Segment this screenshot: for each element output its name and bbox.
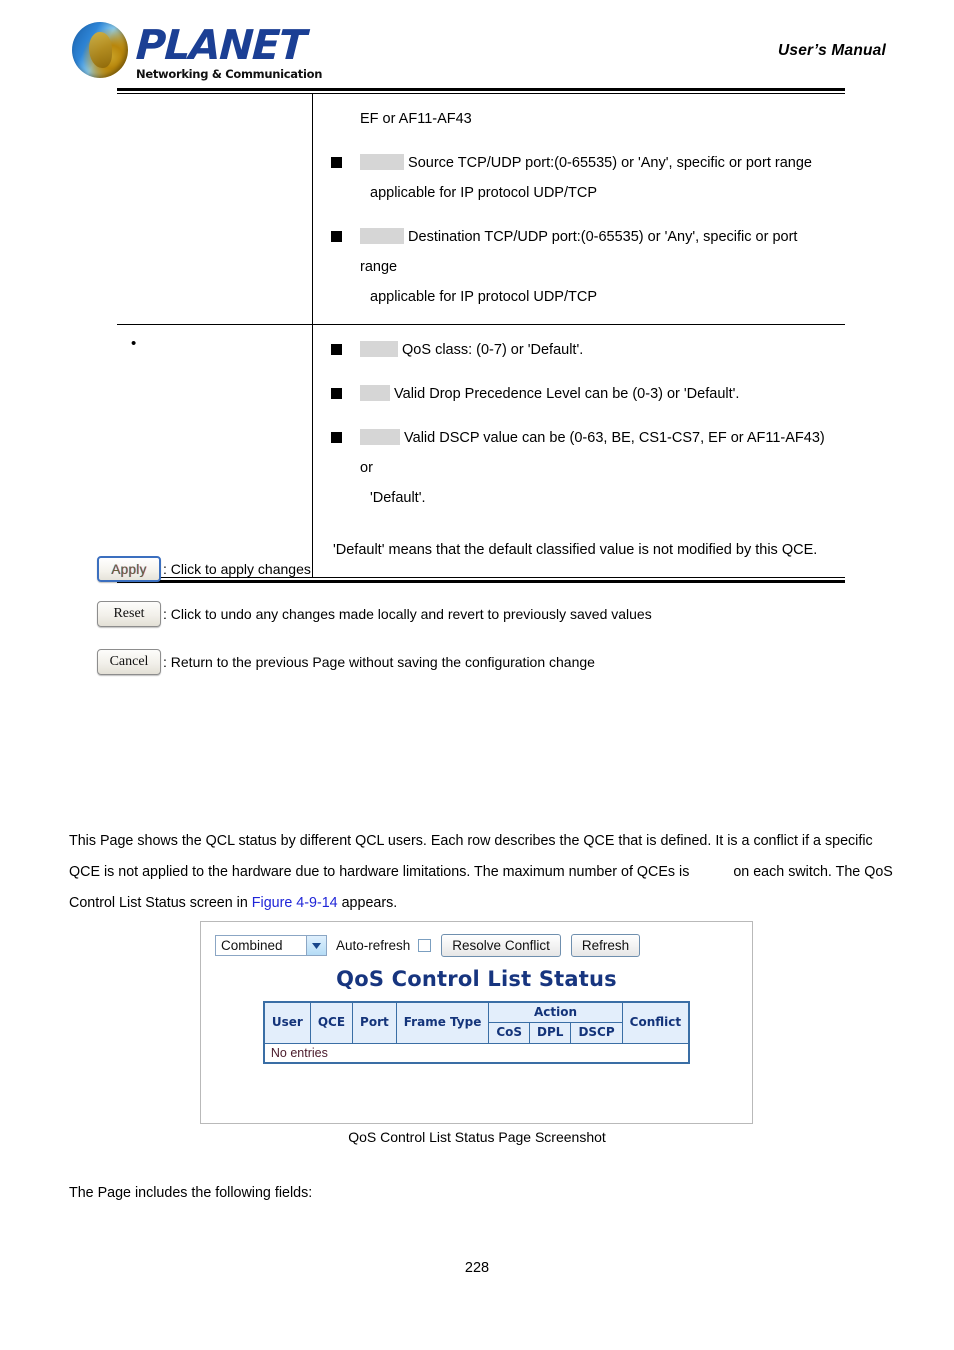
manual-label: User’s Manual xyxy=(778,42,886,59)
redacted-block xyxy=(360,228,404,244)
legend-row-apply: Apply : Click to apply changes xyxy=(97,556,857,582)
refresh-button[interactable]: Refresh xyxy=(570,934,641,957)
intro-paragraph: This Page shows the QCL status by differ… xyxy=(69,826,893,919)
planet-logo: PLANET Networking & Communication xyxy=(72,21,323,81)
table-row-left-cell xyxy=(117,94,313,324)
resolve-conflict-button[interactable]: Resolve Conflict xyxy=(441,934,561,957)
redacted-block xyxy=(360,154,404,170)
square-bullet-icon xyxy=(331,231,342,242)
list-item: Valid Drop Precedence Level can be (0-3)… xyxy=(323,379,837,409)
table-body: EF or AF11-AF43 Source TCP/UDP port:(0-6… xyxy=(117,94,845,577)
list-item: Valid DSCP value can be (0-63, BE, CS1-C… xyxy=(323,423,837,513)
list-item-label: Source TCP/UDP port:(0-65535) or 'Any', … xyxy=(408,155,812,171)
figure-caption: QoS Control List Status Page Screenshot xyxy=(348,1129,606,1145)
apply-button[interactable]: Apply xyxy=(97,556,161,582)
redacted-block xyxy=(360,385,390,401)
brand-wordmark: PLANET xyxy=(134,21,307,69)
col-header-user: User xyxy=(263,1001,311,1044)
legend-row-reset: Reset : Click to undo any changes made l… xyxy=(97,601,857,627)
table-header-row-1: User QCE Port Frame Type Action Conflict xyxy=(263,1001,690,1044)
chevron-down-icon[interactable] xyxy=(306,936,326,955)
table-row-right-cell: EF or AF11-AF43 Source TCP/UDP port:(0-6… xyxy=(313,94,845,324)
list-item-label: Destination TCP/UDP port:(0-65535) or 'A… xyxy=(360,229,798,275)
col-header-conflict: Conflict xyxy=(621,1001,690,1044)
col-header-cos: CoS xyxy=(488,1022,531,1044)
col-header-frame-type: Frame Type xyxy=(395,1001,490,1044)
square-bullet-icon xyxy=(331,157,342,168)
cancel-description: : Return to the previous Page without sa… xyxy=(163,654,595,670)
reset-button[interactable]: Reset xyxy=(97,601,161,627)
paragraph-part3: appears. xyxy=(341,895,398,911)
globe-icon xyxy=(72,22,128,78)
redacted-block xyxy=(360,429,400,445)
list-item-label: QoS class: (0-7) or 'Default'. xyxy=(402,342,584,358)
user-select-dropdown[interactable]: Combined xyxy=(215,935,327,956)
redacted-block xyxy=(360,341,398,357)
no-entries-cell: No entries xyxy=(263,1042,690,1064)
list-item-continuation: 'Default'. xyxy=(370,490,426,506)
list-item: Destination TCP/UDP port:(0-65535) or 'A… xyxy=(323,222,837,312)
page-header: PLANET Networking & Communication User’s… xyxy=(0,0,954,86)
square-bullet-icon xyxy=(331,432,342,443)
status-table-wrap: User QCE Port Frame Type Action Conflict… xyxy=(201,1001,752,1064)
col-header-qce: QCE xyxy=(309,1001,354,1044)
button-legend: Apply : Click to apply changes Reset : C… xyxy=(97,556,857,694)
list-item-label: Valid Drop Precedence Level can be (0-3)… xyxy=(394,386,740,402)
tail-paragraph: The Page includes the following fields: xyxy=(69,1185,313,1201)
qos-control-list-status-table: User QCE Port Frame Type Action Conflict… xyxy=(262,1001,691,1064)
logo-text: PLANET Networking & Communication xyxy=(134,21,323,81)
table-row: No entries xyxy=(263,1042,690,1064)
screenshot-toolbar: Combined Auto-refresh Resolve Conflict R… xyxy=(201,922,752,957)
col-header-action-group: Action xyxy=(488,1001,623,1024)
list-item: QoS class: (0-7) or 'Default'. xyxy=(323,335,837,365)
col-header-dpl: DPL xyxy=(529,1022,572,1044)
apply-description: : Click to apply changes xyxy=(163,561,311,577)
square-bullet-icon xyxy=(331,344,342,355)
brand-tagline: Networking & Communication xyxy=(136,66,323,81)
screenshot-title: QoS Control List Status xyxy=(336,967,617,991)
auto-refresh-label: Auto-refresh xyxy=(336,938,411,953)
square-bullet-icon xyxy=(331,388,342,399)
spec-table: EF or AF11-AF43 Source TCP/UDP port:(0-6… xyxy=(117,88,845,583)
list-item: Source TCP/UDP port:(0-65535) or 'Any', … xyxy=(323,148,837,208)
table-row: EF or AF11-AF43 Source TCP/UDP port:(0-6… xyxy=(117,94,845,324)
list-item-continuation: applicable for IP protocol UDP/TCP xyxy=(370,185,598,201)
list-item-label: Valid DSCP value can be (0-63, BE, CS1-C… xyxy=(360,430,825,476)
legend-row-cancel: Cancel : Return to the previous Page wit… xyxy=(97,649,857,675)
page-number: 228 xyxy=(464,1260,490,1276)
left-marker: • xyxy=(131,335,137,352)
table-row-left-cell: • xyxy=(117,324,313,577)
screenshot-panel: Combined Auto-refresh Resolve Conflict R… xyxy=(200,921,753,1124)
user-select-value: Combined xyxy=(221,938,283,953)
col-header-port: Port xyxy=(352,1001,397,1044)
list-item-continuation: applicable for IP protocol UDP/TCP xyxy=(370,289,598,305)
figure-reference-link[interactable]: Figure 4-9-14 xyxy=(252,895,338,911)
lead-line: EF or AF11-AF43 xyxy=(360,111,472,127)
cancel-button[interactable]: Cancel xyxy=(97,649,161,675)
table-row: • QoS class: (0-7) or 'Default'. Valid D… xyxy=(117,324,845,577)
auto-refresh-checkbox[interactable] xyxy=(418,939,432,952)
reset-description: : Click to undo any changes made locally… xyxy=(163,606,652,622)
col-header-dscp: DSCP xyxy=(570,1022,623,1044)
table-row-right-cell: QoS class: (0-7) or 'Default'. Valid Dro… xyxy=(313,324,845,577)
